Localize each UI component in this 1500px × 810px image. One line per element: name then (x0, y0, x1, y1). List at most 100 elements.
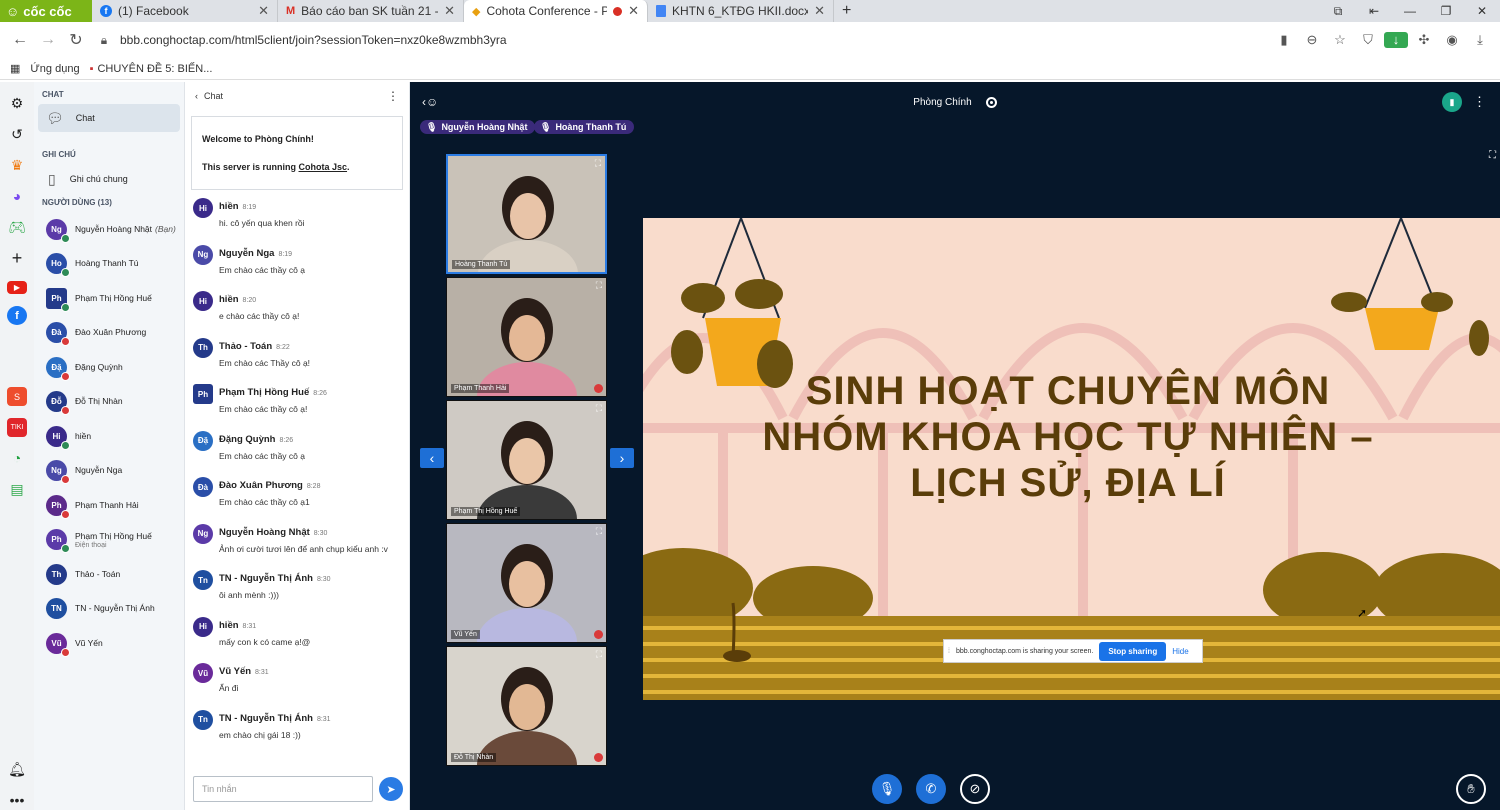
game-icon[interactable]: 🎮︎ (7, 218, 27, 237)
user-list-item[interactable]: Đỗ Đỗ Thị Nhàn (34, 385, 184, 420)
back-chevron-icon[interactable]: ‹ (195, 91, 198, 101)
close-icon[interactable]: ✕ (814, 3, 825, 19)
more-icon[interactable]: ••• (7, 791, 27, 810)
options-kebab-icon[interactable]: ⋮ (1473, 94, 1486, 110)
raise-hand-button[interactable]: ✋︎ (1456, 774, 1486, 804)
slide-title-line: SINH HOẠT CHUYÊN MÔN (805, 369, 1331, 413)
video-tile[interactable]: ⛶ Đỗ Thị Nhàn (446, 646, 607, 766)
fullscreen-icon[interactable]: ⛶ (596, 649, 602, 660)
tab-cohota[interactable]: ◆ Cohota Conference - Phò ✕ (464, 0, 648, 22)
microphone-button[interactable]: 🎙︎ (872, 774, 902, 804)
record-icon[interactable] (985, 96, 997, 108)
notification-bell-icon[interactable]: 🔔︎ (7, 760, 27, 779)
restore-icon[interactable]: ❐ (1428, 4, 1464, 18)
next-page-button[interactable]: › (610, 448, 634, 468)
video-tile[interactable]: ⛶ Vũ Yến (446, 523, 607, 643)
profile-icon[interactable]: ◉ (1440, 32, 1464, 48)
video-participant-name[interactable]: Vũ Yến (451, 630, 480, 639)
downloads-icon[interactable]: ⤓ (1468, 32, 1492, 48)
back-arrow-icon[interactable]: ← (6, 31, 34, 49)
shared-notes-item[interactable]: ▯ Ghi chú chung (34, 164, 184, 194)
close-icon[interactable]: ✕ (258, 3, 269, 19)
bookmark-apps[interactable]: Ứng dụng (30, 63, 79, 75)
public-chat-item[interactable]: 💬︎ Chat (38, 104, 180, 132)
connection-status-icon[interactable]: ▮ (1442, 92, 1462, 112)
bookmark-chuyen-de[interactable]: CHUYÊN ĐỀ 5: BIẾN... (97, 63, 212, 75)
camera-icon[interactable]: ▮ (1272, 32, 1296, 48)
lock-icon[interactable]: 🔒︎ (90, 33, 118, 48)
screenshot-icon[interactable]: ⧉ (1320, 4, 1356, 19)
chat-title[interactable]: Chat (204, 91, 223, 101)
video-tile[interactable]: ⛶ Phạm Thanh Hải (446, 277, 607, 397)
history-icon[interactable]: ↺ (7, 125, 27, 144)
zoom-out-icon[interactable]: ⊖ (1300, 32, 1324, 48)
video-participant-name[interactable]: Hoàng Thanh Tú (452, 260, 511, 269)
user-list-item[interactable]: Đà Đào Xuân Phương (34, 316, 184, 351)
reload-icon[interactable]: ↻ (62, 30, 90, 50)
video-participant-name[interactable]: Đỗ Thị Nhàn (451, 753, 497, 762)
apps-grid-icon[interactable]: ▦ (10, 62, 20, 75)
user-list-item[interactable]: Ho Hoàng Thanh Tú (34, 247, 184, 282)
fullscreen-icon[interactable]: ⛶ (596, 403, 602, 414)
shield-icon[interactable]: ⛉ (1356, 32, 1380, 48)
previous-page-button[interactable]: ‹ (420, 448, 444, 468)
hide-button[interactable]: Hide (1172, 647, 1188, 656)
window-close-icon[interactable]: ✕ (1464, 4, 1500, 18)
stop-sharing-button[interactable]: Stop sharing (1099, 641, 1167, 661)
kebab-menu-icon[interactable]: ⋮ (387, 89, 399, 103)
facebook-icon[interactable]: f (7, 306, 27, 326)
user-list-item[interactable]: Ng Nguyễn Hoàng Nhật (Bạn) (34, 212, 184, 247)
shopee-icon[interactable]: S (7, 387, 27, 406)
url-field[interactable]: bbb.conghoctap.com/html5client/join?sess… (120, 33, 507, 47)
user-list-item[interactable]: Đặ Đặng Quỳnh (34, 350, 184, 385)
user-list-item[interactable]: Hi hiền (34, 419, 184, 454)
message-input[interactable]: Tin nhắn (193, 776, 373, 802)
tab-facebook[interactable]: f (1) Facebook ✕ (92, 0, 278, 22)
user-list-item[interactable]: Th Thảo - Toán (34, 557, 184, 592)
tab-gmail[interactable]: M Báo cáo ban SK tuần 21 - ng ✕ (278, 0, 464, 22)
user-list-item[interactable]: Ph Phạm Thị Hồng Huế (34, 281, 184, 316)
document-icon: ▯ (48, 170, 56, 187)
fullscreen-icon[interactable]: ⛶ (596, 526, 602, 537)
browser-logo[interactable]: ☺ cốc cốc (0, 0, 92, 22)
tab-docs[interactable]: KHTN 6_KTĐG HKII.docx - Go ✕ (648, 0, 834, 22)
bookmark-star-icon[interactable]: ☆ (1328, 32, 1352, 48)
grab-icon[interactable]: ◔ (7, 449, 27, 468)
user-list-toggle-icon[interactable]: ‹☺ (422, 95, 438, 109)
fullscreen-icon[interactable]: ⛶ (595, 158, 601, 169)
user-list-item[interactable]: Ng Nguyễn Nga (34, 454, 184, 489)
back-to-icon[interactable]: ⇤ (1356, 4, 1392, 18)
user-list-item[interactable]: Ph Phạm Thanh Hải (34, 488, 184, 523)
video-participant-name[interactable]: Phạm Thị Hồng Huế (451, 507, 521, 516)
user-list-item[interactable]: Vũ Vũ Yến (34, 626, 184, 661)
user-name-text: hiền (75, 430, 92, 441)
add-icon[interactable]: + (7, 248, 27, 269)
send-button[interactable]: ➤ (379, 777, 403, 801)
camera-button[interactable]: ⊘ (960, 774, 990, 804)
new-tab-button[interactable]: + (834, 0, 859, 22)
extensions-icon[interactable]: ✣ (1412, 32, 1436, 48)
close-icon[interactable]: ✕ (444, 3, 455, 19)
video-tile[interactable]: ⛶ Hoàng Thanh Tú (446, 154, 607, 274)
video-participant-name[interactable]: Phạm Thanh Hải (451, 384, 510, 393)
download-app-icon[interactable]: ↓ (1384, 32, 1408, 48)
audio-button[interactable]: ✆ (916, 774, 946, 804)
crown-icon[interactable]: ♛ (7, 156, 27, 175)
video-tile[interactable]: ⛶ Phạm Thị Hồng Huế (446, 400, 607, 520)
settings-icon[interactable]: ⚙ (7, 94, 27, 113)
minimize-icon[interactable]: — (1392, 4, 1428, 18)
messenger-icon[interactable]: ◕ (7, 187, 27, 206)
cohota-link[interactable]: Cohota Jsc (299, 162, 348, 172)
user-list-item[interactable]: Ph Phạm Thị Hồng Huế Điện thoại (34, 523, 184, 558)
youtube-icon[interactable]: ▶ (7, 280, 27, 295)
tiki-icon[interactable]: TIKI (7, 418, 27, 437)
avatar: Ph (46, 494, 70, 519)
user-list-item[interactable]: TN TN - Nguyễn Thị Ánh (34, 592, 184, 627)
close-icon[interactable]: ✕ (628, 3, 639, 19)
fullscreen-icon[interactable]: ⛶ (596, 280, 602, 291)
forward-arrow-icon[interactable]: → (34, 31, 62, 49)
drag-handle-icon[interactable]: ⁞ (948, 648, 950, 655)
sheet-icon[interactable]: ▤ (7, 480, 27, 499)
fullscreen-icon[interactable]: ⛶ (1489, 150, 1496, 161)
